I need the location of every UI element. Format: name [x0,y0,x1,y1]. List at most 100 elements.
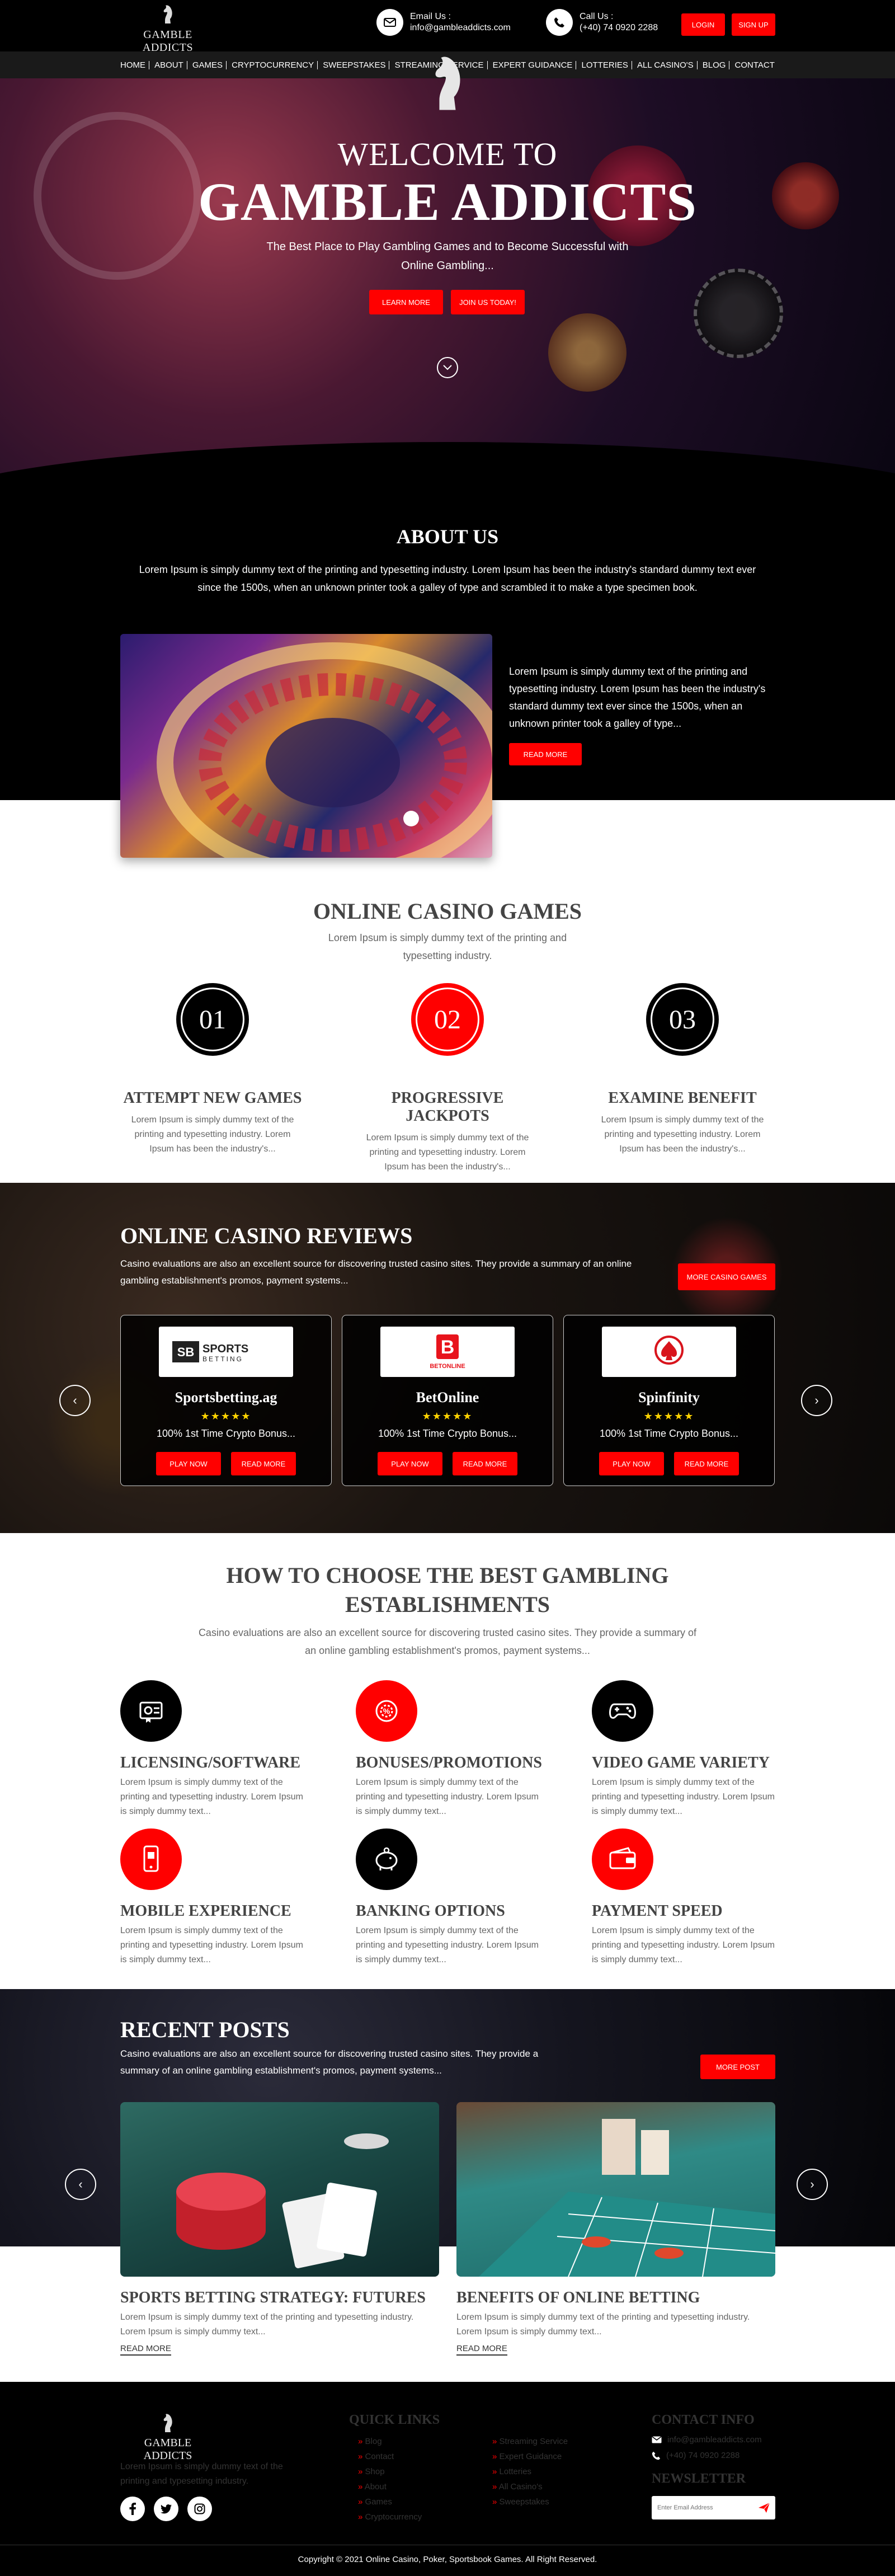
email-value[interactable]: info@gambleaddicts.com [410,22,511,34]
learn-more-button[interactable]: LEARN MORE [369,290,443,314]
gamepad-icon [592,1680,653,1742]
join-us-button[interactable]: JOIN US TODAY! [451,290,525,314]
play-now-button[interactable]: PLAY NOW [156,1452,221,1475]
read-more-button[interactable]: READ MORE [231,1452,296,1475]
nav-item-cryptocurrency[interactable]: CRYPTOCURRENCY [228,60,318,69]
feature-item: VIDEO GAME VARIETY Lorem Ipsum is simply… [592,1680,776,1819]
footer-link-all-casinos[interactable]: All Casino's [492,2479,568,2494]
piggy-bank-icon [356,1828,417,1890]
reviews-next-button[interactable]: › [801,1385,832,1416]
call-value[interactable]: (+40) 74 0920 2288 [580,22,658,34]
feature-text: Lorem Ipsum is simply dummy text of the … [120,1926,303,1964]
footer-logo[interactable]: GAMBLE ADDICTS [120,2412,215,2462]
nav-item-all-casinos[interactable]: ALL CASINO'S [634,60,698,69]
more-casino-games-button[interactable]: MORE CASINO GAMES [678,1263,775,1290]
game-card: 01 ATTEMPT NEW GAMES Lorem Ipsum is simp… [117,983,308,1157]
svg-text:SB: SB [177,1345,195,1359]
chevron-down-icon [443,365,452,370]
post-title[interactable]: BENEFITS OF ONLINE BETTING [456,2289,775,2307]
game-card-text: Lorem Ipsum is simply dummy text of the … [131,1115,294,1154]
footer-link-lotteries[interactable]: Lotteries [492,2464,568,2479]
posts-prev-button[interactable]: ‹ [65,2169,96,2200]
read-more-button[interactable]: READ MORE [674,1452,739,1475]
nav-item-expert-guidance[interactable]: EXPERT GUIDANCE [489,60,577,69]
nav-item-home[interactable]: HOME [120,60,149,69]
chevron-left-icon: ‹ [73,1393,77,1407]
posts-next-button[interactable]: › [797,2169,828,2200]
roulette-wheel-graphic [157,642,492,858]
email-contact[interactable]: Email Us : info@gambleaddicts.com [376,9,511,36]
footer-link-sweepstakes[interactable]: Sweepstakes [492,2494,568,2509]
footer-email-value[interactable]: info@gambleaddicts.com [667,2435,762,2445]
logo-text: GAMBLE ADDICTS [142,29,194,54]
footer-link-expert-guidance[interactable]: Expert Guidance [492,2449,568,2464]
contact-info-title: CONTACT INFO [652,2413,755,2427]
nav-item-contact[interactable]: CONTACT [732,61,775,69]
mail-icon [652,2436,662,2443]
about-text: Lorem Ipsum is simply dummy text of the … [139,564,756,593]
feature-text: Lorem Ipsum is simply dummy text of the … [120,1778,303,1816]
casino-name[interactable]: Sportsbetting.ag [121,1389,331,1406]
footer-phone-value[interactable]: (+40) 74 0920 2288 [666,2451,739,2460]
post-title[interactable]: SPORTS BETTING STRATEGY: FUTURES [120,2289,439,2307]
twitter-icon[interactable] [154,2497,178,2521]
footer-email[interactable]: info@gambleaddicts.com [652,2435,762,2445]
footer-link-blog[interactable]: Blog [358,2434,422,2449]
number-badge-value: 01 [181,988,244,1051]
feature-title: BONUSES/PROMOTIONS [356,1754,542,1771]
casino-logo [602,1327,736,1377]
games-subtitle: Lorem Ipsum is simply dummy text of the … [328,932,567,961]
sportsbetting-logo-icon: SB SPORTS BETTING [172,1341,248,1363]
more-post-button[interactable]: MORE POST [700,2055,775,2079]
top-header: GAMBLE ADDICTS Email Us : info@gambleadd… [0,0,895,54]
footer-link-streaming-service[interactable]: Streaming Service [492,2434,568,2449]
number-badge-value: 03 [651,988,714,1051]
footer-link-shop[interactable]: Shop [358,2464,422,2479]
number-badge: 01 [176,983,249,1056]
chevron-left-icon: ‹ [78,2177,83,2191]
play-now-button[interactable]: PLAY NOW [599,1452,664,1475]
post-read-more-link[interactable]: READ MORE [456,2344,507,2356]
read-more-button[interactable]: READ MORE [453,1452,517,1475]
nav-item-games[interactable]: GAMES [189,60,227,69]
game-card-title: EXAMINE BENEFIT [608,1089,757,1107]
post-read-more-link[interactable]: READ MORE [120,2344,171,2356]
facebook-icon[interactable] [120,2497,145,2521]
post-image-roulette-table[interactable] [456,2102,775,2277]
footer-phone[interactable]: (+40) 74 0920 2288 [652,2451,739,2460]
scroll-down-button[interactable] [437,357,458,378]
hero-subtitle: The Best Place to Play Gambling Games an… [266,241,629,272]
bonus-icon: % [356,1680,417,1742]
login-button[interactable]: LOGIN [681,13,725,36]
feature-item: % BONUSES/PROMOTIONS Lorem Ipsum is simp… [356,1680,542,1819]
footer-link-about[interactable]: About [358,2479,422,2494]
call-label: Call Us : [580,12,614,21]
footer-link-games[interactable]: Games [358,2494,422,2509]
rating-stars: ★★★★★ [200,1411,252,1422]
reviews-prev-button[interactable]: ‹ [59,1385,91,1416]
about-read-more-button[interactable]: READ MORE [509,743,582,765]
footer-link-contact[interactable]: Contact [358,2449,422,2464]
signup-button[interactable]: SIGN UP [732,13,775,36]
casino-name[interactable]: BetOnline [342,1389,553,1406]
post-image-poker[interactable] [120,2102,439,2277]
mobile-icon [120,1828,182,1890]
casino-name[interactable]: Spinfinity [564,1389,774,1406]
site-logo[interactable]: GAMBLE ADDICTS [120,4,215,54]
nav-item-about[interactable]: ABOUT [151,60,187,69]
footer-link-cryptocurrency[interactable]: Cryptocurrency [358,2509,422,2525]
call-contact[interactable]: Call Us : (+40) 74 0920 2288 [546,9,658,36]
instagram-icon[interactable] [187,2497,212,2521]
nav-item-lotteries[interactable]: LOTTERIES [578,60,632,69]
send-icon[interactable] [759,2503,770,2513]
nav-item-sweepstakes[interactable]: SWEEPSTAKES [319,60,390,69]
social-links [120,2497,212,2521]
games-title: ONLINE CASINO GAMES [313,899,582,924]
feature-text: Lorem Ipsum is simply dummy text of the … [592,1926,775,1964]
nav-item-blog[interactable]: BLOG [699,60,730,69]
roulette-table-graphic [479,2119,775,2277]
choose-subtitle: Casino evaluations are also an excellent… [198,1627,697,1656]
newsletter-form [652,2496,775,2519]
play-now-button[interactable]: PLAY NOW [378,1452,442,1475]
newsletter-email-input[interactable] [657,2504,752,2511]
